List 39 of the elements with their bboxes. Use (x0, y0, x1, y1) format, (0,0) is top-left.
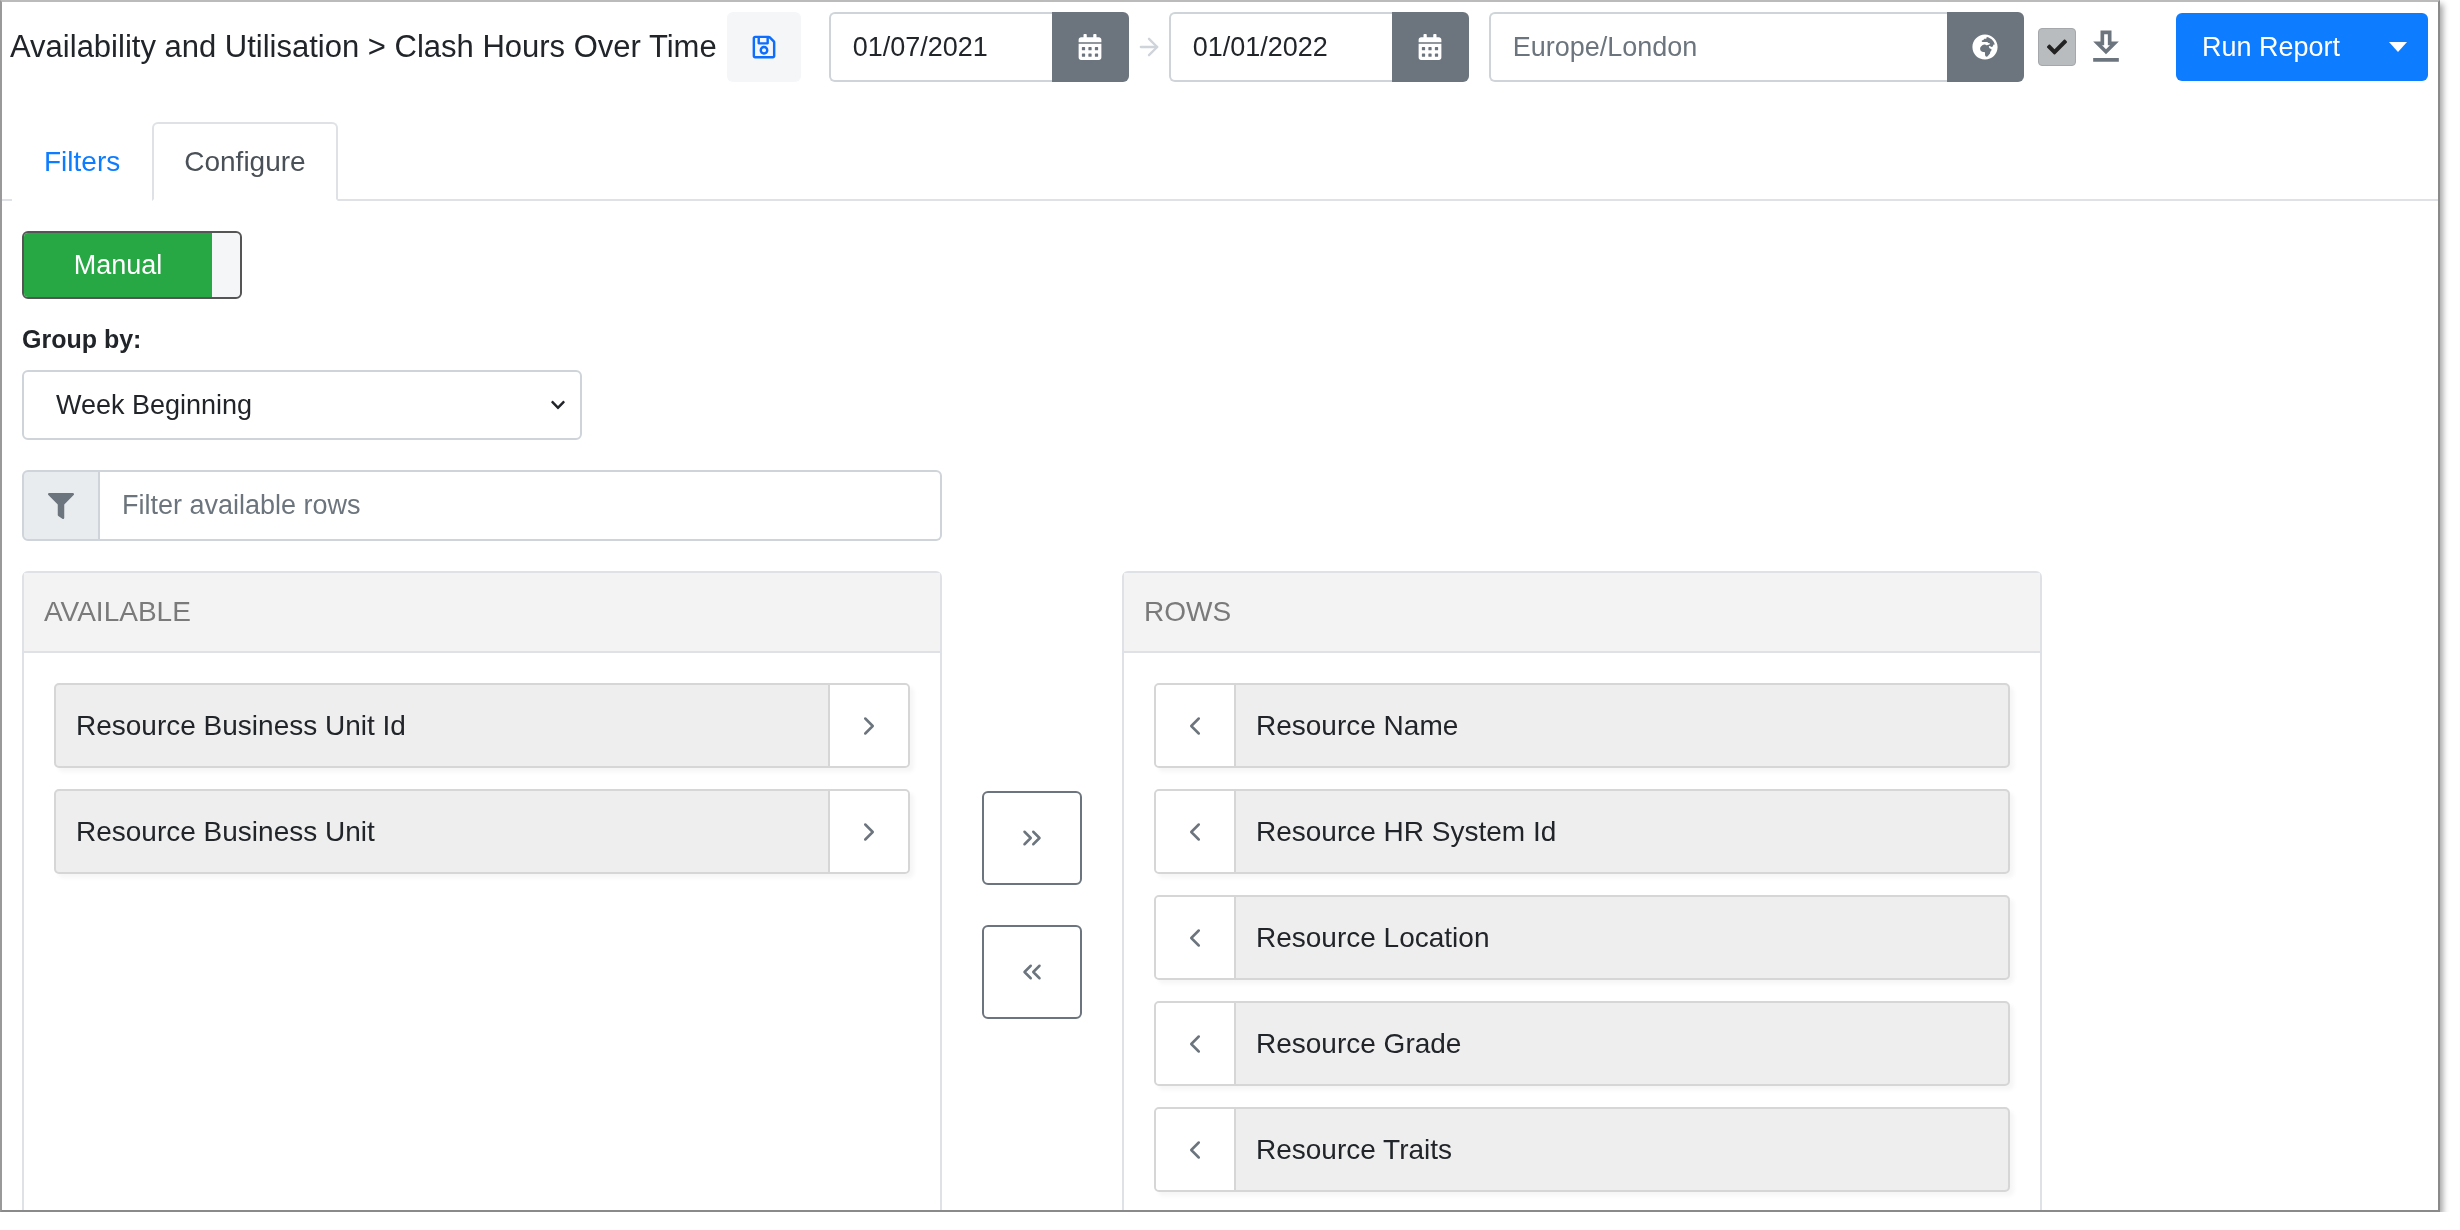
group-by-label: Group by: (22, 325, 143, 354)
checkbox[interactable] (2037, 28, 2076, 66)
calendar-button[interactable] (1051, 12, 1129, 82)
list-item[interactable]: Resource HR System Id (1154, 789, 2010, 874)
run-report-button[interactable]: Run Report (2175, 13, 2368, 81)
globe-button[interactable] (1946, 12, 2024, 82)
page-title: Availability and Utilisation > Clash Hours Over Time (10, 29, 717, 65)
item-label: Resource Business Unit Id (75, 708, 407, 743)
calendar-button[interactable] (1391, 12, 1469, 82)
move-all-right-button[interactable] (982, 791, 1082, 885)
check-icon (2046, 37, 2067, 57)
panel-title: AVAILABLE (24, 573, 940, 653)
item-label: Resource Grade (1255, 1026, 1463, 1061)
timezone-field[interactable]: Europe/London (1488, 12, 1947, 82)
filter-field[interactable]: Filter available rows (100, 470, 942, 541)
filter-icon (22, 470, 100, 541)
item-label: Resource Traits (1255, 1132, 1454, 1167)
list-item[interactable]: Resource Traits (1154, 1107, 2010, 1192)
list-item[interactable]: Resource Business Unit (54, 789, 910, 874)
item-label: Resource HR System Id (1255, 814, 1558, 849)
start-date-field[interactable]: 01/07/2021 (828, 12, 1052, 82)
save-button[interactable] (726, 12, 801, 82)
list-item[interactable]: Resource Grade (1154, 1001, 2010, 1086)
calendar-icon (1077, 34, 1104, 60)
item-label: Resource Name (1255, 708, 1460, 743)
panel-title: ROWS (1124, 573, 2040, 653)
tab[interactable]: Configure (152, 122, 338, 201)
item-label: Resource Business Unit (75, 814, 376, 849)
globe-icon (1972, 34, 1999, 60)
caret-icon (2389, 42, 2407, 52)
list-item[interactable]: Resource Name (1154, 683, 2010, 768)
move-all-left-button[interactable] (982, 925, 1082, 1019)
calendar-icon (1417, 34, 1444, 60)
item-label: Resource Location (1255, 920, 1491, 955)
end-date-field[interactable]: 01/01/2022 (1168, 12, 1392, 82)
list-item[interactable]: Resource Location (1154, 895, 2010, 980)
group-by-select[interactable]: Week Beginning (22, 370, 582, 440)
dropdown-button[interactable] (2368, 13, 2428, 81)
list-item[interactable]: Resource Business Unit Id (54, 683, 910, 768)
